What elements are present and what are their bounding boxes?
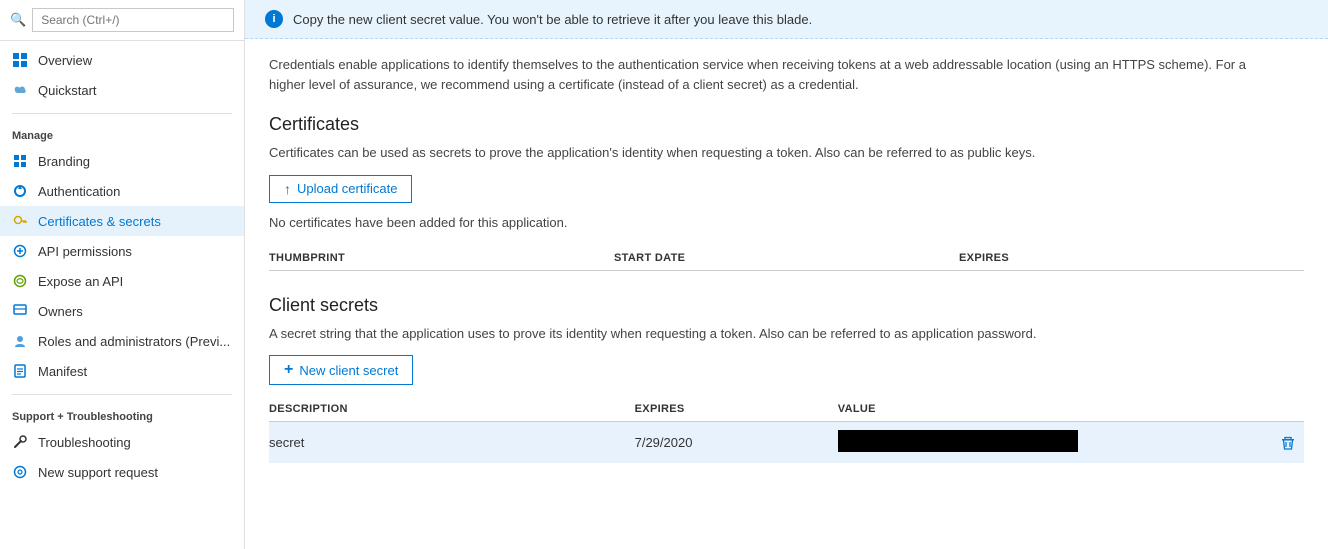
upload-icon: ↑ (284, 181, 291, 197)
search-input[interactable] (32, 8, 234, 32)
secrets-col-expires: EXPIRES (635, 403, 838, 415)
client-secrets-section: Client secrets A secret string that the … (269, 295, 1304, 464)
sidebar-item-overview-label: Overview (38, 53, 92, 68)
main-content: i Copy the new client secret value. You … (245, 0, 1328, 549)
owners-icon (12, 303, 28, 319)
delete-icon (1280, 435, 1296, 451)
refresh-icon (12, 183, 28, 199)
certs-col-start-date: START DATE (614, 252, 959, 264)
sidebar: 🔍 Overview Quickstart Manage Branding (0, 0, 245, 549)
key-icon (12, 213, 28, 229)
certificates-description: Certificates can be used as secrets to p… (269, 143, 1304, 163)
sidebar-item-expose-api[interactable]: Expose an API (0, 266, 244, 296)
roles-icon (12, 333, 28, 349)
certs-table-header: THUMBPRINT START DATE EXPIRES (269, 246, 1304, 271)
branding-icon (12, 153, 28, 169)
sidebar-item-branding-label: Branding (38, 154, 90, 169)
new-client-secret-label: New client secret (299, 363, 398, 378)
certificates-title: Certificates (269, 114, 1304, 135)
secret-description: secret (269, 435, 635, 450)
sidebar-item-expose-api-label: Expose an API (38, 274, 123, 289)
sidebar-item-authentication[interactable]: Authentication (0, 176, 244, 206)
support-section: Support + Troubleshooting Troubleshootin… (0, 399, 244, 491)
intro-text: Credentials enable applications to ident… (269, 55, 1249, 94)
cloud-icon (12, 82, 28, 98)
sidebar-item-quickstart[interactable]: Quickstart (0, 75, 244, 105)
sidebar-item-certs-secrets[interactable]: Certificates & secrets (0, 206, 244, 236)
support-section-label: Support + Troubleshooting (0, 403, 244, 427)
sidebar-item-api-permissions[interactable]: API permissions (0, 236, 244, 266)
manage-section: Manage Branding Authentication C (0, 118, 244, 390)
secrets-col-actions (1244, 403, 1304, 415)
support-icon (12, 464, 28, 480)
client-secrets-title: Client secrets (269, 295, 1304, 316)
nav-divider-1 (12, 113, 232, 114)
upload-certificate-label: Upload certificate (297, 181, 397, 196)
client-secrets-description: A secret string that the application use… (269, 324, 1304, 344)
table-row: secret 7/29/2020 (269, 422, 1304, 463)
nav-divider-2 (12, 394, 232, 395)
sidebar-item-new-support[interactable]: New support request (0, 457, 244, 487)
search-bar[interactable]: 🔍 (0, 0, 244, 41)
secrets-col-value: VALUE (838, 403, 1244, 415)
sidebar-item-owners[interactable]: Owners (0, 296, 244, 326)
top-nav: Overview Quickstart (0, 41, 244, 109)
api-icon (12, 243, 28, 259)
redacted-value (838, 430, 1078, 452)
sidebar-item-quickstart-label: Quickstart (38, 83, 97, 98)
sidebar-item-authentication-label: Authentication (38, 184, 120, 199)
manifest-icon (12, 363, 28, 379)
sidebar-item-certs-secrets-label: Certificates & secrets (38, 214, 161, 229)
sidebar-item-roles[interactable]: Roles and administrators (Previ... (0, 326, 244, 356)
sidebar-item-roles-label: Roles and administrators (Previ... (38, 334, 230, 349)
upload-certificate-button[interactable]: ↑ Upload certificate (269, 175, 412, 203)
sidebar-item-new-support-label: New support request (38, 465, 158, 480)
sidebar-item-overview[interactable]: Overview (0, 45, 244, 75)
sidebar-item-api-permissions-label: API permissions (38, 244, 132, 259)
secret-expires: 7/29/2020 (635, 435, 838, 450)
sidebar-item-troubleshooting[interactable]: Troubleshooting (0, 427, 244, 457)
sidebar-item-owners-label: Owners (38, 304, 83, 319)
certificates-section: Certificates Certificates can be used as… (269, 114, 1304, 271)
certs-col-expires: EXPIRES (959, 252, 1304, 264)
sidebar-item-branding[interactable]: Branding (0, 146, 244, 176)
secrets-table-header: DESCRIPTION EXPIRES VALUE (269, 397, 1304, 422)
info-icon: i (265, 10, 283, 28)
grid-icon (12, 52, 28, 68)
certs-col-thumbprint: THUMBPRINT (269, 252, 614, 264)
plus-icon: + (284, 361, 293, 379)
sidebar-item-manifest[interactable]: Manifest (0, 356, 244, 386)
secrets-col-description: DESCRIPTION (269, 403, 635, 415)
banner-text: Copy the new client secret value. You wo… (293, 12, 812, 27)
sidebar-item-manifest-label: Manifest (38, 364, 87, 379)
no-certs-message: No certificates have been added for this… (269, 215, 1304, 230)
wrench-icon (12, 434, 28, 450)
expose-icon (12, 273, 28, 289)
sidebar-item-troubleshooting-label: Troubleshooting (38, 435, 131, 450)
manage-section-label: Manage (0, 122, 244, 146)
info-banner: i Copy the new client secret value. You … (245, 0, 1328, 39)
new-client-secret-button[interactable]: + New client secret (269, 355, 413, 385)
search-icon: 🔍 (10, 12, 26, 28)
content-body: Credentials enable applications to ident… (245, 39, 1328, 549)
delete-secret-button[interactable] (1244, 435, 1304, 451)
secret-value-redacted (838, 430, 1244, 455)
